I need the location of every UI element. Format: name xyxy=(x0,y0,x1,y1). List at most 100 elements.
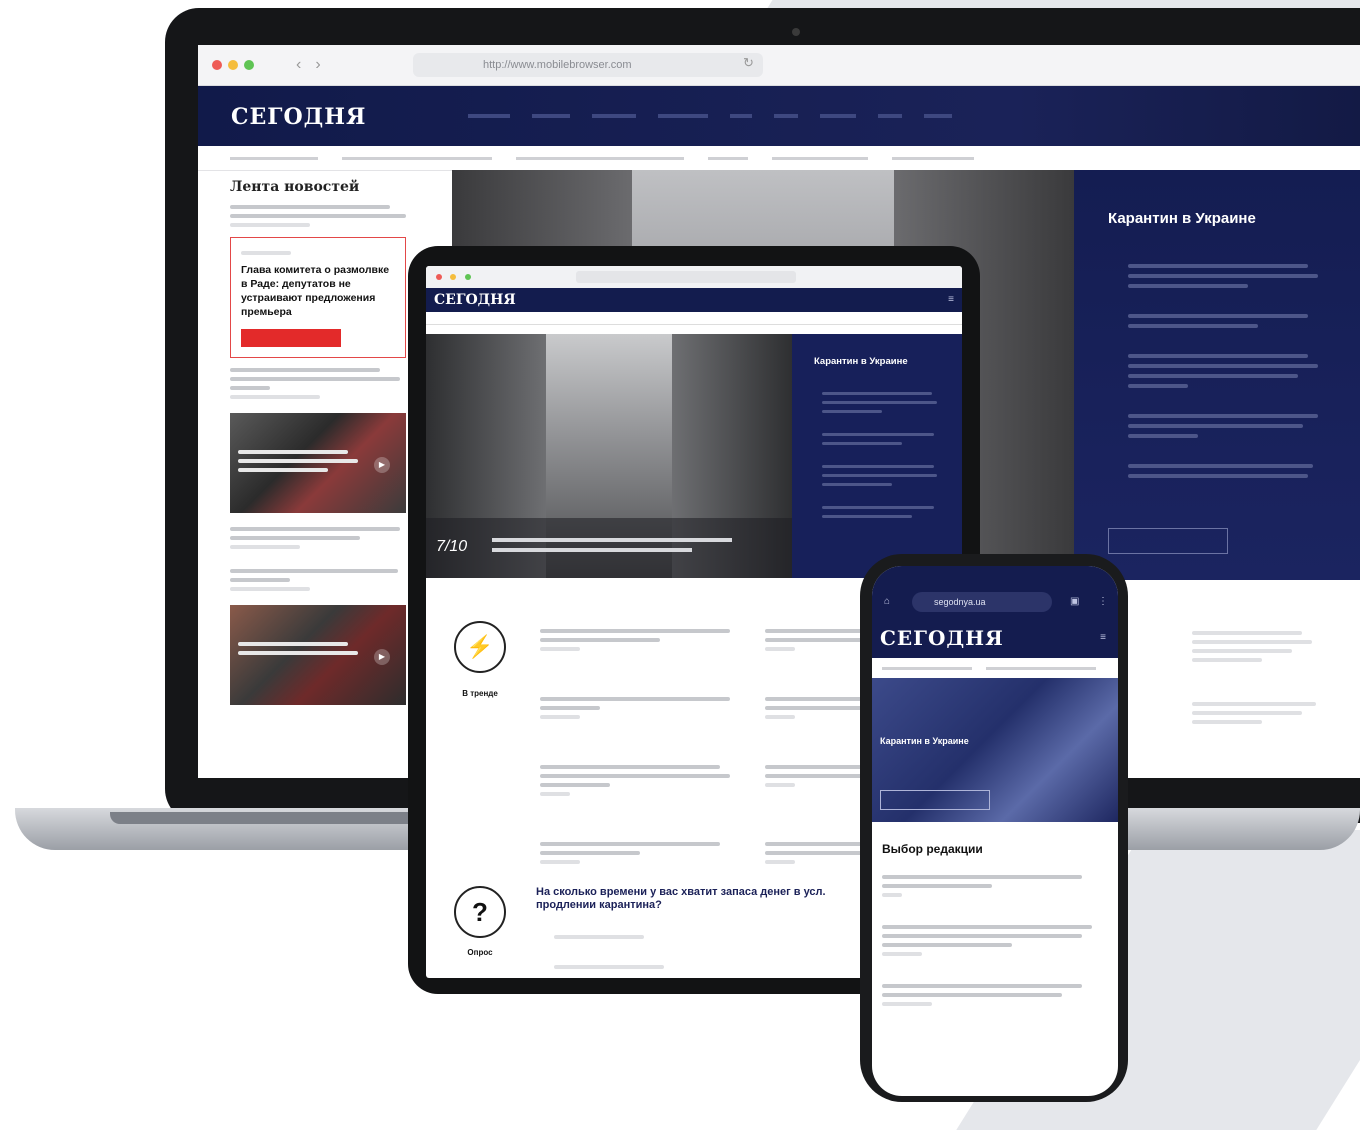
laptop-camera xyxy=(792,28,800,36)
poll-option[interactable] xyxy=(554,965,664,969)
sub-navigation xyxy=(872,658,1118,678)
site-logo[interactable]: СЕГОДНЯ xyxy=(880,626,1004,650)
site-header: СЕГОДНЯ xyxy=(198,86,1360,146)
editor-choice-list xyxy=(882,870,1092,1011)
address-bar[interactable] xyxy=(576,271,796,283)
subnav-item[interactable] xyxy=(516,156,684,160)
subnav-item[interactable] xyxy=(708,156,748,160)
sub-navigation xyxy=(426,312,962,325)
poll-option[interactable] xyxy=(554,935,644,939)
hero-photo[interactable]: Карантин в Украине xyxy=(872,678,1118,822)
news-item[interactable] xyxy=(230,386,270,390)
panel-title: Карантин в Украине xyxy=(814,356,908,367)
slide-counter: 7/10 xyxy=(436,538,468,555)
news-meta xyxy=(230,587,310,591)
poll-label: Опрос xyxy=(467,948,493,957)
news-item[interactable] xyxy=(540,837,745,869)
minimize-window-button[interactable] xyxy=(228,60,238,70)
news-item[interactable] xyxy=(230,578,290,582)
sub-navigation xyxy=(198,146,1360,171)
nav-item[interactable] xyxy=(730,114,752,118)
menu-icon[interactable]: ≡ xyxy=(1100,632,1106,643)
news-meta xyxy=(230,395,320,399)
play-icon[interactable]: ▶ xyxy=(374,457,390,473)
play-icon[interactable]: ▶ xyxy=(374,649,390,665)
home-icon[interactable]: ⌂ xyxy=(884,596,890,607)
more-menu-icon[interactable]: ⋮ xyxy=(1098,596,1108,607)
main-navigation xyxy=(468,110,952,118)
close-window-button[interactable] xyxy=(436,274,442,280)
address-bar[interactable]: segodnya.ua xyxy=(912,592,1052,612)
question-icon: ? xyxy=(454,886,506,938)
side-news-column xyxy=(1192,626,1342,729)
news-item[interactable] xyxy=(540,760,745,801)
news-item[interactable] xyxy=(882,925,1092,956)
hero-title: Карантин в Украине xyxy=(880,736,969,746)
all-news-button[interactable] xyxy=(1108,528,1228,554)
video-caption xyxy=(238,637,358,660)
news-item[interactable] xyxy=(540,692,745,724)
news-item[interactable] xyxy=(230,214,406,218)
hero-photo[interactable]: 7/10 xyxy=(426,334,792,578)
video-thumbnail[interactable]: ▶ xyxy=(230,605,406,705)
video-thumbnail[interactable]: ▶ xyxy=(230,413,406,513)
news-feed: Лента новостей Глава комитета о размолвк… xyxy=(230,175,406,719)
news-item[interactable] xyxy=(230,527,400,531)
subnav-item[interactable] xyxy=(882,666,972,670)
subnav-item[interactable] xyxy=(892,156,974,160)
quarantine-panel: Карантин в Украине xyxy=(792,334,962,578)
site-logo[interactable]: СЕГОДНЯ xyxy=(434,292,516,308)
news-item[interactable] xyxy=(230,205,390,209)
editor-choice-title: Выбор редакции xyxy=(882,842,983,856)
nav-item[interactable] xyxy=(924,114,952,118)
address-bar[interactable]: http://www.mobilebrowser.com xyxy=(413,53,763,77)
tablet-browser-toolbar xyxy=(426,266,962,288)
subnav-item[interactable] xyxy=(230,156,318,160)
reload-icon[interactable]: ↻ xyxy=(743,55,754,71)
poll-section: ? Опрос xyxy=(454,886,506,957)
read-more-button[interactable] xyxy=(241,329,341,347)
panel-title: Карантин в Украине xyxy=(1108,210,1256,227)
news-meta xyxy=(230,545,300,549)
highlight-news-card[interactable]: Глава комитета о размолвке в Раде: депут… xyxy=(230,237,406,358)
news-item[interactable] xyxy=(540,624,745,656)
nav-item[interactable] xyxy=(820,114,856,118)
nav-item[interactable] xyxy=(468,114,510,118)
site-logo[interactable]: СЕГОДНЯ xyxy=(231,104,366,130)
subnav-item[interactable] xyxy=(772,156,868,160)
news-feed-title: Лента новостей xyxy=(230,179,360,195)
news-item[interactable] xyxy=(882,984,1092,1006)
trend-label: В тренде xyxy=(462,689,498,698)
nav-item[interactable] xyxy=(774,114,798,118)
menu-icon[interactable]: ≡ xyxy=(948,294,954,305)
news-item[interactable] xyxy=(230,536,360,540)
news-item[interactable] xyxy=(230,368,380,372)
nav-item[interactable] xyxy=(532,114,570,118)
tablet-site-header: СЕГОДНЯ ≡ xyxy=(426,288,962,312)
maximize-window-button[interactable] xyxy=(244,60,254,70)
minimize-window-button[interactable] xyxy=(450,274,457,280)
photo-caption xyxy=(492,538,732,542)
news-item[interactable] xyxy=(230,377,400,381)
close-window-button[interactable] xyxy=(212,60,222,70)
news-meta xyxy=(241,251,291,255)
maximize-window-button[interactable] xyxy=(464,274,471,280)
nav-item[interactable] xyxy=(878,114,902,118)
news-item[interactable] xyxy=(230,569,398,573)
subnav-item[interactable] xyxy=(986,666,1096,670)
tabs-icon[interactable]: ▣ xyxy=(1070,596,1079,607)
phone-screen: ⌂ segodnya.ua ▣ ⋮ СЕГОДНЯ ≡ Карантин в У… xyxy=(872,566,1118,1096)
nav-item[interactable] xyxy=(592,114,636,118)
news-meta xyxy=(230,223,310,227)
nav-item[interactable] xyxy=(658,114,708,118)
news-item[interactable] xyxy=(882,875,1092,897)
all-news-button[interactable] xyxy=(880,790,990,810)
subnav-item[interactable] xyxy=(342,156,492,160)
photo-caption xyxy=(492,548,692,552)
back-arrow-icon[interactable]: ‹ xyxy=(296,56,301,74)
video-caption xyxy=(238,445,358,477)
forward-arrow-icon[interactable]: › xyxy=(315,56,320,74)
phone-header: ⌂ segodnya.ua ▣ ⋮ СЕГОДНЯ ≡ xyxy=(872,566,1118,678)
trend-section: ⚡ В тренде xyxy=(454,621,506,698)
highlight-news-title[interactable]: Глава комитета о размолвке в Раде: депут… xyxy=(241,263,395,319)
